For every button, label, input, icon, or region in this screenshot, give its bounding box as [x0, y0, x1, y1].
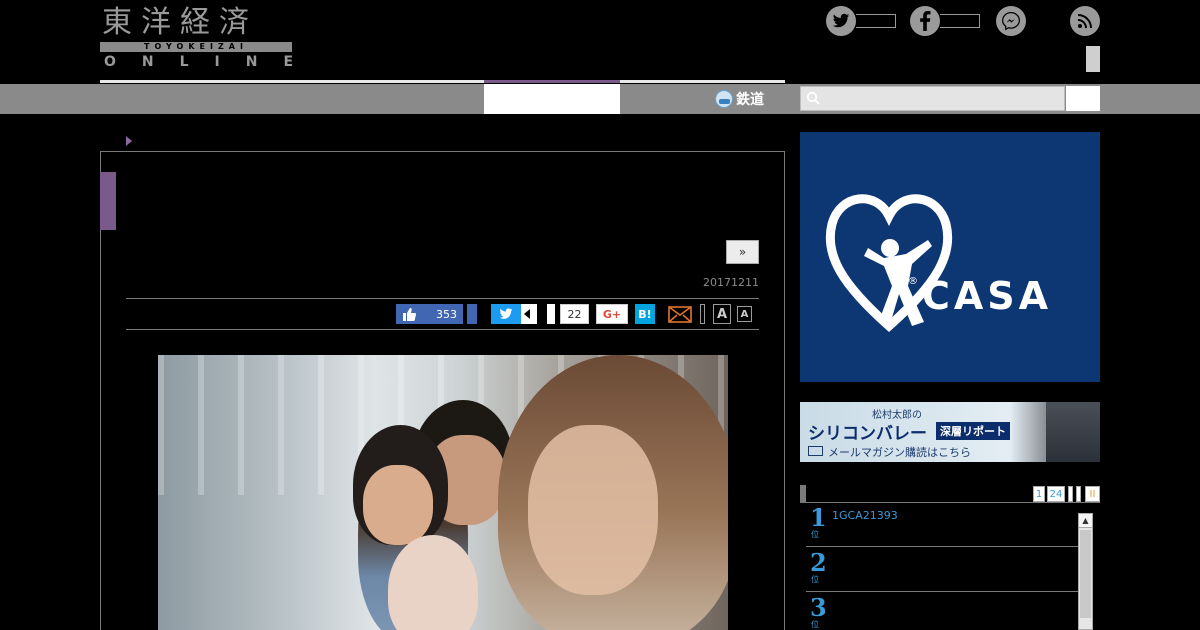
- site-logo[interactable]: 東洋経済 TOYOKEIZAI ONLINE: [100, 5, 293, 70]
- train-icon: [715, 90, 733, 108]
- hatena-bookmark-count: 22: [560, 304, 589, 324]
- nav-tab-railway-label: 鉄道: [736, 92, 764, 108]
- casa-ad-banner[interactable]: ® CASA: [800, 132, 1100, 382]
- ranking-rank-suffix: 位: [811, 620, 819, 629]
- twitter-follow[interactable]: [826, 6, 896, 36]
- ranking-tab-1[interactable]: 1: [1033, 486, 1045, 502]
- title-accent-bar: [100, 172, 116, 230]
- casa-registered-mark: ®: [908, 276, 918, 287]
- twitter-share-button[interactable]: [491, 304, 521, 324]
- ranking-number: 1: [810, 503, 827, 532]
- rss-icon[interactable]: [1070, 6, 1100, 36]
- scroll-up-icon[interactable]: ▲: [1078, 513, 1093, 528]
- ranking-tab-4[interactable]: [1076, 486, 1081, 502]
- mail-share-button[interactable]: [668, 304, 692, 324]
- logo-online: ONLINE: [104, 54, 320, 70]
- hatena-count-notch: [547, 304, 555, 324]
- ranking-header-bar: [800, 485, 806, 503]
- search-icon: [806, 91, 820, 105]
- page: 東洋経済 TOYOKEIZAI ONLINE 鉄道 » 20171211 353…: [0, 0, 1200, 630]
- twitter-count-notch: [524, 309, 530, 319]
- breadcrumb-arrow-icon: [126, 136, 132, 146]
- ranking-tab-24[interactable]: 24: [1047, 486, 1065, 502]
- search-button[interactable]: [1066, 86, 1100, 111]
- ranking-number: 2: [810, 548, 827, 577]
- ranking-tab-5[interactable]: II: [1085, 486, 1100, 502]
- messenger-share[interactable]: [996, 6, 1026, 36]
- facebook-like-count: 353: [436, 307, 457, 321]
- share-divider-bottom: [126, 329, 759, 330]
- mail-icon: [668, 306, 692, 323]
- nav-top-line: [100, 80, 785, 83]
- casa-brand-text: CASA: [922, 274, 1053, 318]
- author-photo: [1046, 402, 1100, 462]
- envelope-icon: [808, 446, 823, 456]
- ad-title: シリコンバレー: [808, 424, 927, 444]
- share-divider-top: [126, 298, 759, 299]
- font-size-large-button[interactable]: A: [713, 304, 731, 324]
- ranking-number: 3: [810, 593, 827, 622]
- article-hero-image: [158, 355, 728, 630]
- ranking-item[interactable]: 2 位: [806, 548, 1078, 592]
- font-size-small-button[interactable]: A: [737, 306, 752, 322]
- facebook-follow[interactable]: [910, 6, 980, 36]
- font-size-divider: [700, 304, 705, 324]
- facebook-icon[interactable]: [910, 6, 940, 36]
- messenger-icon[interactable]: [996, 6, 1026, 36]
- ranking-tab-3[interactable]: [1068, 486, 1073, 502]
- facebook-share-button[interactable]: [467, 304, 477, 324]
- rss-link[interactable]: [1070, 6, 1100, 36]
- twitter-count-box: [856, 14, 896, 28]
- ad-subscribe-text: メールマガジン購読はこちら: [828, 446, 971, 459]
- hatena-bookmark-button[interactable]: B!: [635, 304, 655, 324]
- google-plus-button[interactable]: G+: [596, 304, 628, 324]
- ranking-item[interactable]: 1 位 1GCA21393: [806, 503, 1078, 547]
- ranking-item[interactable]: 3 位: [806, 593, 1078, 630]
- search-input[interactable]: [800, 86, 1065, 111]
- logo-kanji: 東洋経済: [102, 5, 258, 40]
- header-menu-button[interactable]: [1086, 46, 1100, 72]
- nav-tab-active[interactable]: [484, 84, 620, 114]
- ranking-title[interactable]: 1GCA21393: [832, 509, 898, 522]
- nav-active-accent: [484, 80, 620, 83]
- facebook-count-box: [940, 14, 980, 28]
- ranking-rank-suffix: 位: [811, 530, 819, 539]
- article-date: 20171211: [703, 276, 759, 289]
- twitter-bird-icon: [499, 308, 513, 319]
- nav-tab-railway[interactable]: 鉄道: [715, 88, 764, 110]
- logo-roman: TOYOKEIZAI: [100, 42, 292, 52]
- ad-tag: 深層リポート: [936, 422, 1010, 440]
- ranking-rank-suffix: 位: [811, 575, 819, 584]
- scrollbar-thumb[interactable]: [1080, 530, 1091, 618]
- next-page-button[interactable]: »: [726, 240, 759, 264]
- thumbs-up-icon: [403, 307, 416, 321]
- twitter-icon[interactable]: [826, 6, 856, 36]
- facebook-like-button[interactable]: 353: [396, 304, 463, 324]
- silicon-valley-newsletter-ad[interactable]: 松村太郎の シリコンバレー 深層リポート メールマガジン購読はこちら: [800, 402, 1100, 462]
